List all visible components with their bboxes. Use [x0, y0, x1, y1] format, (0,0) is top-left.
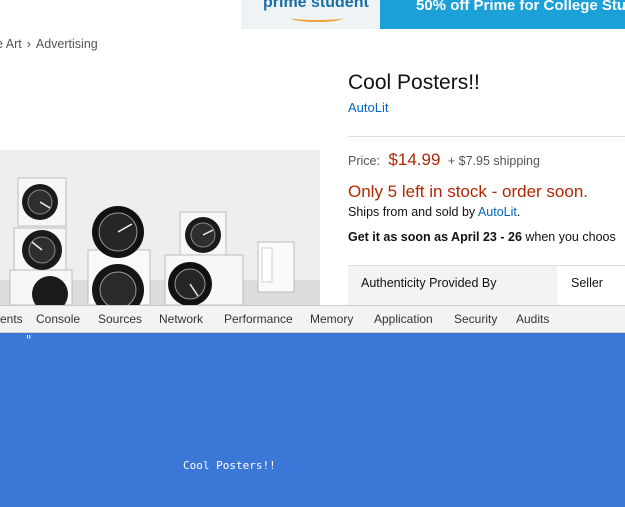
tab-performance[interactable]: Performance: [224, 312, 293, 326]
ships-from: Ships from and sold by AutoLit.: [348, 205, 520, 219]
tab-sources[interactable]: Sources: [98, 312, 142, 326]
tab-security[interactable]: Security: [454, 312, 497, 326]
tab-application[interactable]: Application: [374, 312, 433, 326]
shipping-cost: + $7.95 shipping: [447, 154, 540, 168]
tab-console[interactable]: Console: [36, 312, 80, 326]
tab-network[interactable]: Network: [159, 312, 203, 326]
delivery-date: Get it as soon as April 23 - 26: [348, 230, 522, 244]
delivery-condition: when you choos: [521, 230, 616, 244]
product-image[interactable]: [0, 150, 320, 305]
authenticity-value: Seller: [571, 276, 603, 290]
tab-memory[interactable]: Memory: [310, 312, 353, 326]
brand-link[interactable]: AutoLit: [348, 100, 388, 115]
prime-student-logo: prime student: [263, 0, 369, 11]
price-label: Price:: [348, 154, 380, 168]
tab-elements[interactable]: ents: [0, 312, 23, 326]
product-title: Cool Posters!!: [348, 71, 480, 94]
ships-from-period: .: [516, 205, 521, 219]
breadcrumb: e Art › Advertising: [0, 37, 98, 51]
price-row: Price: $14.99 + $7.95 shipping: [348, 150, 540, 170]
devtools-panel[interactable]: " Cool Posters!!: [0, 333, 625, 507]
prime-student-logo-area: prime student: [241, 0, 380, 29]
prime-offer-text: 50% off Prime for College Stude: [416, 0, 625, 14]
authenticity-table: Authenticity Provided By Seller: [348, 265, 625, 306]
breadcrumb-item-advertising[interactable]: Advertising: [36, 37, 98, 51]
prime-smile-icon: [291, 14, 343, 22]
tab-audits[interactable]: Audits: [516, 312, 549, 326]
gauges-photo: [0, 150, 320, 305]
prime-offer-area[interactable]: 50% off Prime for College Stude: [380, 0, 625, 29]
divider: [348, 136, 625, 137]
breadcrumb-item-art[interactable]: e Art: [0, 37, 22, 51]
price-value: $14.99: [388, 150, 441, 169]
ships-from-label: Ships from and sold by: [348, 205, 476, 219]
devtools-tab-bar: ents Console Sources Network Performance…: [0, 305, 625, 333]
prime-student-banner[interactable]: prime student 50% off Prime for College …: [241, 0, 625, 29]
panel-text: Cool Posters!!: [183, 459, 276, 472]
chevron-right-icon: ›: [26, 37, 31, 51]
stock-status: Only 5 left in stock - order soon.: [348, 182, 588, 201]
quote-mark: ": [25, 333, 33, 347]
authenticity-label-cell: Authenticity Provided By: [348, 266, 557, 306]
seller-link[interactable]: AutoLit: [478, 205, 517, 219]
delivery-estimate: Get it as soon as April 23 - 26 when you…: [348, 230, 616, 244]
authenticity-label: Authenticity Provided By: [361, 276, 497, 290]
